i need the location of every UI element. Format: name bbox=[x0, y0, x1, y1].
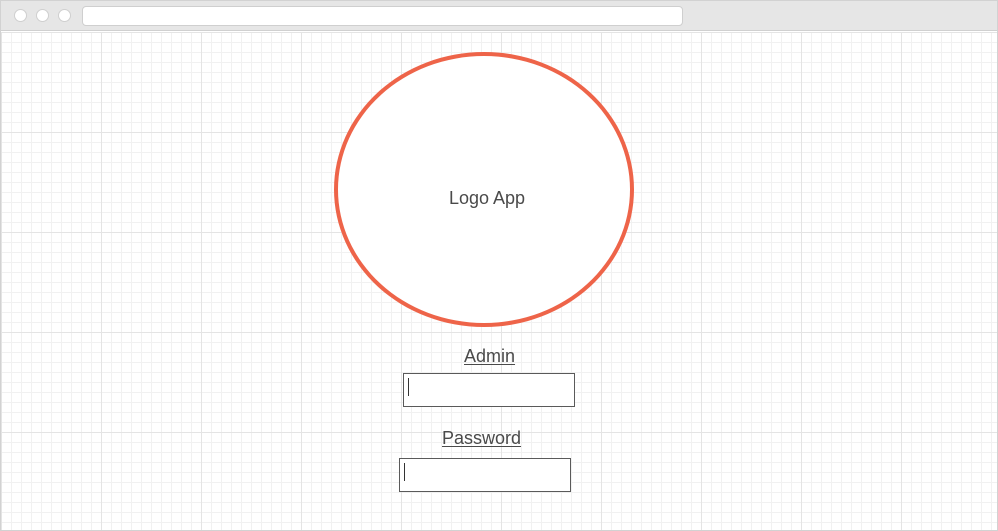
app-logo-placeholder: Logo App bbox=[334, 52, 634, 327]
password-input[interactable] bbox=[399, 458, 571, 492]
browser-window: Logo App Admin Password bbox=[0, 0, 998, 531]
minimize-window-button[interactable] bbox=[36, 9, 49, 22]
address-bar[interactable] bbox=[82, 6, 683, 26]
admin-input-caret bbox=[408, 378, 409, 396]
title-bar bbox=[1, 1, 997, 31]
password-input-caret bbox=[404, 463, 405, 481]
password-label: Password bbox=[442, 428, 522, 448]
logo-label: Logo App bbox=[448, 188, 526, 208]
close-window-button[interactable] bbox=[14, 9, 27, 22]
wireframe-canvas: Logo App Admin Password bbox=[1, 32, 997, 530]
admin-label: Admin bbox=[464, 346, 516, 366]
admin-input[interactable] bbox=[403, 373, 575, 407]
maximize-window-button[interactable] bbox=[58, 9, 71, 22]
